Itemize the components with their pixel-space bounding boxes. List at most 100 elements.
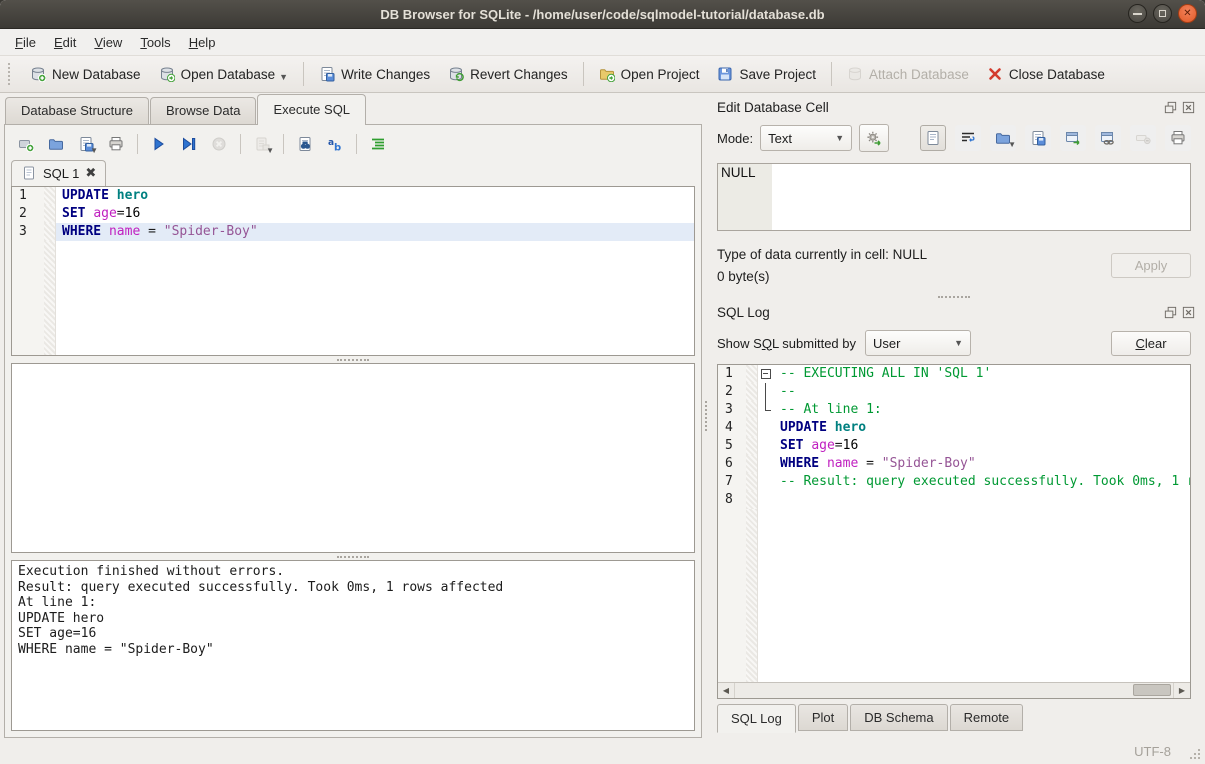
menu-edit[interactable]: Edit xyxy=(45,31,85,54)
panel-splitter[interactable] xyxy=(702,93,709,738)
horizontal-scrollbar[interactable]: ◀▶ xyxy=(718,682,1190,698)
new-database-button[interactable]: New Database xyxy=(21,60,150,88)
open-sql-file-button[interactable] xyxy=(43,132,69,156)
toolbar-handle[interactable] xyxy=(8,63,17,85)
scroll-right-arrow-icon[interactable]: ▶ xyxy=(1173,683,1190,698)
find-replace-button[interactable] xyxy=(292,132,318,156)
open-external-icon xyxy=(1065,130,1081,146)
window-title: DB Browser for SQLite - /home/user/code/… xyxy=(380,7,824,22)
code-line[interactable]: 5SET age=16 xyxy=(718,437,1190,455)
dropdown-arrow-icon[interactable]: ▼ xyxy=(279,72,288,82)
attach-database-button[interactable]: Attach Database xyxy=(838,60,978,88)
menu-tools[interactable]: Tools xyxy=(131,31,179,54)
close-database-icon xyxy=(987,66,1003,82)
apply-button[interactable]: Apply xyxy=(1111,253,1191,278)
main-tabbar: Database StructureBrowse DataExecute SQL xyxy=(4,97,702,124)
dock-close-button[interactable] xyxy=(1181,100,1196,115)
format-sql-button[interactable] xyxy=(365,132,391,156)
dock-splitter[interactable] xyxy=(709,293,1199,300)
close-button[interactable]: ✕ xyxy=(1178,4,1197,23)
sql-log-view[interactable]: 1-- EXECUTING ALL IN 'SQL 1'2--3-- At li… xyxy=(717,364,1191,699)
dock-float-button[interactable] xyxy=(1163,100,1178,115)
code-line[interactable]: 4UPDATE hero xyxy=(718,419,1190,437)
open-database-button[interactable]: Open Database▼ xyxy=(150,60,298,88)
word-wrap-button[interactable] xyxy=(955,125,981,151)
close-database-button[interactable]: Close Database xyxy=(978,60,1114,88)
dock-tab-sql-log[interactable]: SQL Log xyxy=(717,704,796,733)
new-database-icon xyxy=(30,66,46,82)
code-line[interactable]: 1UPDATE hero xyxy=(12,187,694,205)
submitted-by-select[interactable]: User ▼ xyxy=(865,330,971,356)
dock-close-button[interactable] xyxy=(1181,305,1196,320)
dock-tab-db-schema[interactable]: DB Schema xyxy=(850,704,947,731)
execute-all-button[interactable] xyxy=(146,132,172,156)
dock-float-button[interactable] xyxy=(1163,305,1178,320)
cell-type-info: Type of data currently in cell: NULL xyxy=(717,247,1111,262)
cell-size-info: 0 byte(s) xyxy=(717,269,1111,284)
dock-tab-plot[interactable]: Plot xyxy=(798,704,848,731)
sql-doc-tab[interactable]: SQL 1 ✖ xyxy=(11,160,106,186)
resize-grip-icon[interactable] xyxy=(1198,757,1200,759)
sql-editor[interactable]: 1UPDATE hero2SET age=163WHERE name = "Sp… xyxy=(11,186,695,356)
auto-format-button[interactable] xyxy=(859,124,889,152)
save-project-button[interactable]: Save Project xyxy=(708,60,825,88)
minimize-button[interactable] xyxy=(1128,4,1147,23)
print-cell-icon xyxy=(1170,130,1186,146)
mode-select[interactable]: Text ▼ xyxy=(760,125,852,151)
gear-apply-icon xyxy=(866,130,882,146)
code-line[interactable]: 3-- At line 1: xyxy=(718,401,1190,419)
open-project-icon xyxy=(599,66,615,82)
dock-tab-remote[interactable]: Remote xyxy=(950,704,1024,731)
export-data-icon xyxy=(1030,130,1046,146)
gutter-margin xyxy=(746,473,758,491)
import-data-button[interactable]: ▼ xyxy=(990,125,1016,151)
stop-button[interactable] xyxy=(206,132,232,156)
cell-value-editor[interactable]: NULL xyxy=(717,163,1191,231)
execute-current-line-button[interactable] xyxy=(176,132,202,156)
line-number: 1 xyxy=(718,365,746,383)
results-pane[interactable] xyxy=(11,363,695,553)
write-changes-button[interactable]: Write Changes xyxy=(310,60,439,88)
menu-view[interactable]: View xyxy=(85,31,131,54)
clear-button[interactable]: Clear xyxy=(1111,331,1191,356)
execution-status-log[interactable]: Execution finished without errors. Resul… xyxy=(11,560,695,731)
maximize-icon xyxy=(1159,10,1166,17)
code-line[interactable]: 2-- xyxy=(718,383,1190,401)
tab-browse-data[interactable]: Browse Data xyxy=(150,97,256,124)
maximize-button[interactable] xyxy=(1153,4,1172,23)
code-line[interactable]: 7-- Result: query executed successfully.… xyxy=(718,473,1190,491)
text-view-button[interactable] xyxy=(920,125,946,151)
copy-link-button[interactable] xyxy=(1095,125,1121,151)
chevron-down-icon: ▼ xyxy=(954,338,963,348)
code-line[interactable]: 3WHERE name = "Spider-Boy" xyxy=(12,223,694,241)
sql-log-dock-title: SQL Log xyxy=(709,300,1199,324)
tab-close-icon[interactable]: ✖ xyxy=(85,165,96,181)
autocomplete-button[interactable]: ab xyxy=(322,132,348,156)
menu-help[interactable]: Help xyxy=(180,31,225,54)
sql-log-filter-row: Show SQL submitted by User ▼ Clear xyxy=(709,324,1199,362)
open-project-button[interactable]: Open Project xyxy=(590,60,709,88)
revert-changes-button[interactable]: Revert Changes xyxy=(439,60,577,88)
code-line[interactable]: 6WHERE name = "Spider-Boy" xyxy=(718,455,1190,473)
tab-execute-sql[interactable]: Execute SQL xyxy=(257,94,366,125)
results-log-splitter[interactable] xyxy=(11,553,695,560)
fold-marker-icon[interactable] xyxy=(758,365,774,383)
code-line[interactable]: 2SET age=16 xyxy=(12,205,694,223)
open-external-button[interactable] xyxy=(1060,125,1086,151)
save-sql-file-button[interactable]: ▼ xyxy=(73,132,99,156)
menu-file[interactable]: File xyxy=(6,31,45,54)
set-null-button[interactable] xyxy=(1130,125,1156,151)
scroll-left-arrow-icon[interactable]: ◀ xyxy=(718,683,735,698)
export-data-button[interactable] xyxy=(1025,125,1051,151)
editor-results-splitter[interactable] xyxy=(11,356,695,363)
encoding-indicator[interactable]: UTF-8 xyxy=(1134,744,1171,759)
word-wrap-icon xyxy=(960,130,976,146)
print-button[interactable] xyxy=(103,132,129,156)
code-line[interactable]: 8 xyxy=(718,491,1190,509)
export-results-button[interactable]: ▼ xyxy=(249,132,275,156)
print-cell-button[interactable] xyxy=(1165,125,1191,151)
code-line[interactable]: 1-- EXECUTING ALL IN 'SQL 1' xyxy=(718,365,1190,383)
tab-database-structure[interactable]: Database Structure xyxy=(5,97,149,124)
scrollbar-thumb[interactable] xyxy=(1133,684,1171,696)
open-tab-button[interactable] xyxy=(13,132,39,156)
